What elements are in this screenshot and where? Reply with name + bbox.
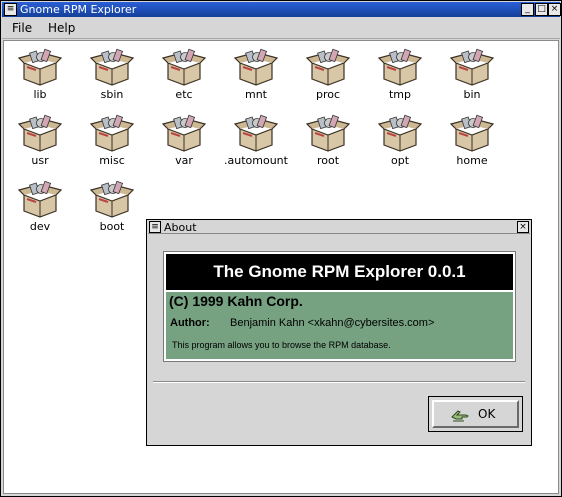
package-box-icon xyxy=(365,47,435,87)
directory-item[interactable]: misc xyxy=(77,109,147,171)
maximize-icon[interactable]: □ xyxy=(535,3,548,16)
directory-item[interactable]: proc xyxy=(293,43,363,105)
directory-label: bin xyxy=(463,88,481,101)
close-icon[interactable]: × xyxy=(548,3,561,16)
directory-label: .automount xyxy=(224,154,288,167)
directory-label: misc xyxy=(99,154,125,167)
author-name: Benjamin Kahn <xkahn@cybersites.com> xyxy=(230,317,435,329)
directory-item[interactable]: lib xyxy=(5,43,75,105)
about-dialog: ≡ About × The Gnome RPM Explorer 0.0.1 (… xyxy=(146,219,532,446)
directory-item[interactable]: bin xyxy=(437,43,507,105)
package-box-icon xyxy=(293,47,363,87)
package-box-icon xyxy=(5,47,75,87)
package-box-icon xyxy=(149,47,219,87)
package-box-icon xyxy=(365,113,435,153)
package-box-icon xyxy=(77,179,147,219)
directory-item[interactable]: etc xyxy=(149,43,219,105)
directory-label: opt xyxy=(390,154,410,167)
menu-file[interactable]: File xyxy=(12,20,32,36)
directory-item[interactable]: boot xyxy=(77,175,147,237)
about-close-icon[interactable]: × xyxy=(517,221,529,233)
about-title: About xyxy=(164,221,197,234)
directory-item[interactable]: home xyxy=(437,109,507,171)
package-box-icon xyxy=(77,113,147,153)
dialog-separator xyxy=(153,381,525,383)
minimize-icon[interactable]: _ xyxy=(521,3,534,16)
directory-item[interactable]: sbin xyxy=(77,43,147,105)
about-info-panel: (C) 1999 Kahn Corp. Author: Benjamin Kah… xyxy=(166,292,513,359)
author-label: Author: xyxy=(170,317,210,329)
package-box-icon xyxy=(437,47,507,87)
directory-label: root xyxy=(316,154,340,167)
package-box-icon xyxy=(149,113,219,153)
copyright-text: (C) 1999 Kahn Corp. xyxy=(169,293,303,309)
directory-label: usr xyxy=(31,154,49,167)
about-titlebar[interactable]: ≡ About × xyxy=(148,221,530,234)
directory-item[interactable]: .automount xyxy=(221,109,291,171)
directory-item[interactable]: dev xyxy=(5,175,75,237)
package-box-icon xyxy=(5,179,75,219)
directory-item[interactable]: var xyxy=(149,109,219,171)
directory-item[interactable]: mnt xyxy=(221,43,291,105)
directory-label: etc xyxy=(175,88,193,101)
package-box-icon xyxy=(437,113,507,153)
ok-button[interactable]: OK xyxy=(432,400,519,428)
directory-label: lib xyxy=(33,88,47,101)
directory-item[interactable]: usr xyxy=(5,109,75,171)
directory-item[interactable]: tmp xyxy=(365,43,435,105)
window-title: Gnome RPM Explorer xyxy=(20,3,137,16)
directory-label: boot xyxy=(99,220,125,233)
about-menu-icon[interactable]: ≡ xyxy=(149,221,161,233)
menu-help[interactable]: Help xyxy=(48,20,75,36)
package-box-icon xyxy=(221,47,291,87)
window-menu-icon[interactable]: ≡ xyxy=(4,3,17,16)
window-titlebar[interactable]: ≡ Gnome RPM Explorer _ □ × xyxy=(2,2,561,17)
about-content: The Gnome RPM Explorer 0.0.1 (C) 1999 Ka… xyxy=(163,251,516,362)
package-box-icon xyxy=(221,113,291,153)
about-description: This program allows you to browse the RP… xyxy=(172,340,391,350)
ok-button-label: OK xyxy=(478,407,496,421)
directory-label: dev xyxy=(29,220,51,233)
directory-label: tmp xyxy=(388,88,411,101)
directory-label: mnt xyxy=(245,88,267,101)
ok-button-frame: OK xyxy=(428,396,523,432)
package-box-icon xyxy=(77,47,147,87)
directory-label: proc xyxy=(315,88,341,101)
package-box-icon xyxy=(293,113,363,153)
directory-label: sbin xyxy=(100,88,124,101)
about-header: The Gnome RPM Explorer 0.0.1 xyxy=(166,254,513,290)
directory-item[interactable]: root xyxy=(293,109,363,171)
directory-label: home xyxy=(456,154,488,167)
hand-pointer-icon xyxy=(450,405,472,426)
directory-label: var xyxy=(175,154,193,167)
directory-item[interactable]: opt xyxy=(365,109,435,171)
menubar: File Help xyxy=(2,17,560,39)
package-box-icon xyxy=(5,113,75,153)
